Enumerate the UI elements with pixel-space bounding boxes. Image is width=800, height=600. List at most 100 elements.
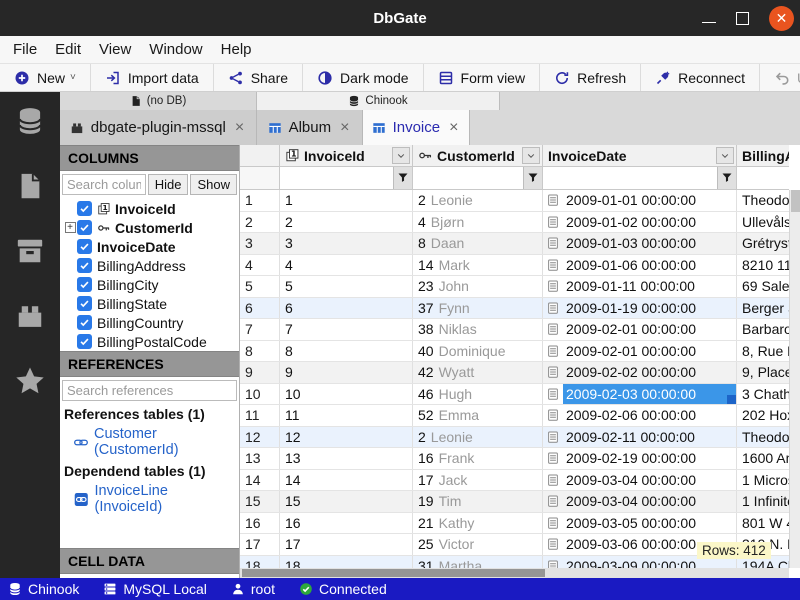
row-number-cell[interactable]: 14 bbox=[240, 470, 280, 491]
cell-invoice-date[interactable]: 2009-02-06 00:00:00 bbox=[543, 405, 737, 426]
sidebar-item-databases[interactable] bbox=[15, 106, 45, 139]
tab-album[interactable]: Album× bbox=[257, 110, 363, 145]
cell-billing-address[interactable]: 8, Rue Hanovre bbox=[737, 341, 789, 362]
cell-invoice-date[interactable]: 2009-02-11 00:00:00 bbox=[543, 427, 737, 448]
vertical-scrollbar[interactable] bbox=[789, 190, 800, 568]
cell-customer-id[interactable]: 31Martha bbox=[413, 556, 543, 569]
minimize-button[interactable] bbox=[702, 22, 716, 23]
cell-billing-address[interactable]: 8210 111 ST NW bbox=[737, 255, 789, 276]
cell-invoice-date[interactable]: 2009-02-01 00:00:00 bbox=[543, 319, 737, 340]
row-number-cell[interactable]: 4 bbox=[240, 255, 280, 276]
status-connected[interactable]: Connected bbox=[299, 581, 387, 597]
cell-customer-id[interactable]: 40Dominique bbox=[413, 341, 543, 362]
column-checkbox[interactable] bbox=[77, 258, 92, 273]
cell-customer-id[interactable]: 25Victor bbox=[413, 534, 543, 555]
cell-invoice-id[interactable]: 5 bbox=[280, 276, 413, 297]
cell-invoice-id[interactable]: 10 bbox=[280, 384, 413, 405]
cell-invoice-id[interactable]: 8 bbox=[280, 341, 413, 362]
close-tab-icon[interactable]: × bbox=[233, 119, 246, 137]
tab-invoice[interactable]: Invoice× bbox=[363, 110, 470, 145]
cell-invoice-date[interactable]: 2009-03-04 00:00:00 bbox=[543, 470, 737, 491]
cell-billing-address[interactable]: 1 Infinite Loop bbox=[737, 491, 789, 512]
filter-input-billingaddress[interactable] bbox=[737, 167, 789, 189]
undo-button[interactable]: Undo bbox=[760, 64, 800, 91]
cell-customer-id[interactable]: 37Fynn bbox=[413, 298, 543, 319]
row-number-cell[interactable]: 15 bbox=[240, 491, 280, 512]
column-item-invoiceid[interactable]: 1InvoiceId bbox=[60, 199, 239, 218]
menu-item-edit[interactable]: Edit bbox=[46, 41, 90, 58]
row-number-cell[interactable]: 2 bbox=[240, 212, 280, 233]
column-checkbox[interactable] bbox=[77, 334, 92, 349]
cell-invoice-date[interactable]: 2009-01-06 00:00:00 bbox=[543, 255, 737, 276]
status-mysql-local[interactable]: MySQL Local bbox=[103, 581, 207, 597]
selection-fill-handle[interactable] bbox=[727, 395, 736, 404]
close-button[interactable]: ✕ bbox=[769, 6, 794, 31]
tab-dbgate-plugin-mssql[interactable]: dbgate-plugin-mssql× bbox=[60, 110, 257, 145]
cell-billing-address[interactable]: 1600 Amphitheatre Parkway bbox=[737, 448, 789, 469]
cell-invoice-date[interactable]: 2009-02-01 00:00:00 bbox=[543, 341, 737, 362]
row-number-cell[interactable]: 9 bbox=[240, 362, 280, 383]
cell-customer-id[interactable]: 2Leonie bbox=[413, 427, 543, 448]
column-menu-button[interactable] bbox=[716, 147, 734, 164]
column-header-invoicedate[interactable]: InvoiceDate bbox=[543, 145, 737, 166]
column-checkbox[interactable] bbox=[77, 201, 92, 216]
cell-customer-id[interactable]: 46Hugh bbox=[413, 384, 543, 405]
cell-customer-id[interactable]: 14Mark bbox=[413, 255, 543, 276]
cell-invoice-date[interactable]: 2009-01-19 00:00:00 bbox=[543, 298, 737, 319]
row-number-cell[interactable]: 5 bbox=[240, 276, 280, 297]
search-columns-input[interactable] bbox=[62, 174, 146, 195]
cell-customer-id[interactable]: 23John bbox=[413, 276, 543, 297]
cell-invoice-date[interactable]: 2009-01-11 00:00:00 bbox=[543, 276, 737, 297]
cell-billing-address[interactable]: Barbarossastraße 19 bbox=[737, 319, 789, 340]
column-item-billingpostalcode[interactable]: BillingPostalCode bbox=[60, 332, 239, 351]
close-tab-icon[interactable]: × bbox=[447, 119, 460, 137]
maximize-button[interactable] bbox=[736, 12, 749, 25]
column-header-invoiceid[interactable]: 1InvoiceId bbox=[280, 145, 413, 166]
column-item-billingstate[interactable]: BillingState bbox=[60, 294, 239, 313]
cell-invoice-id[interactable]: 16 bbox=[280, 513, 413, 534]
sidebar-item-archive[interactable] bbox=[15, 236, 45, 269]
cell-invoice-id[interactable]: 18 bbox=[280, 556, 413, 569]
row-number-cell[interactable]: 16 bbox=[240, 513, 280, 534]
filter-funnel-button[interactable] bbox=[717, 167, 736, 189]
sidebar-item-favorites[interactable] bbox=[15, 366, 45, 399]
sidebar-item-files[interactable] bbox=[15, 171, 45, 204]
close-tab-icon[interactable]: × bbox=[338, 119, 351, 137]
row-number-cell[interactable]: 12 bbox=[240, 427, 280, 448]
dark-mode-button[interactable]: Dark mode bbox=[303, 64, 423, 91]
column-checkbox[interactable] bbox=[77, 239, 92, 254]
expand-icon[interactable]: + bbox=[65, 222, 76, 233]
menu-item-view[interactable]: View bbox=[90, 41, 140, 58]
column-checkbox[interactable] bbox=[77, 277, 92, 292]
column-item-billingaddress[interactable]: BillingAddress bbox=[60, 256, 239, 275]
cell-billing-address[interactable]: 1 Microsoft Way bbox=[737, 470, 789, 491]
cell-customer-id[interactable]: 38Niklas bbox=[413, 319, 543, 340]
horizontal-scrollbar[interactable] bbox=[240, 568, 789, 578]
cell-customer-id[interactable]: 17Jack bbox=[413, 470, 543, 491]
share-button[interactable]: Share bbox=[214, 64, 303, 91]
cell-customer-id[interactable]: 4Bjørn bbox=[413, 212, 543, 233]
columns-section-header[interactable]: COLUMNS bbox=[60, 145, 239, 171]
form-view-button[interactable]: Form view bbox=[424, 64, 541, 91]
cell-invoice-id[interactable]: 14 bbox=[280, 470, 413, 491]
row-number-cell[interactable]: 13 bbox=[240, 448, 280, 469]
cell-customer-id[interactable]: 16Frank bbox=[413, 448, 543, 469]
column-menu-button[interactable] bbox=[522, 147, 540, 164]
cell-invoice-date[interactable]: 2009-02-03 00:00:00 bbox=[543, 384, 737, 405]
row-number-cell[interactable]: 10 bbox=[240, 384, 280, 405]
row-number-cell[interactable]: 1 bbox=[240, 190, 280, 211]
row-number-cell[interactable]: 7 bbox=[240, 319, 280, 340]
cell-invoice-id[interactable]: 9 bbox=[280, 362, 413, 383]
cell-invoice-id[interactable]: 11 bbox=[280, 405, 413, 426]
cell-billing-address[interactable]: 202 Hoxton Street bbox=[737, 405, 789, 426]
cell-invoice-id[interactable]: 13 bbox=[280, 448, 413, 469]
column-item-customerid[interactable]: +CustomerId bbox=[60, 218, 239, 237]
cell-invoice-id[interactable]: 3 bbox=[280, 233, 413, 254]
cell-invoice-date[interactable]: 2009-01-01 00:00:00 bbox=[543, 190, 737, 211]
cell-customer-id[interactable]: 2Leonie bbox=[413, 190, 543, 211]
cell-invoice-id[interactable]: 7 bbox=[280, 319, 413, 340]
search-references-input[interactable] bbox=[62, 380, 237, 401]
cell-billing-address[interactable]: 69 Salem Street bbox=[737, 276, 789, 297]
cell-billing-address[interactable]: Theodor-Heuss-Straße 34 bbox=[737, 190, 789, 211]
column-item-billingcountry[interactable]: BillingCountry bbox=[60, 313, 239, 332]
